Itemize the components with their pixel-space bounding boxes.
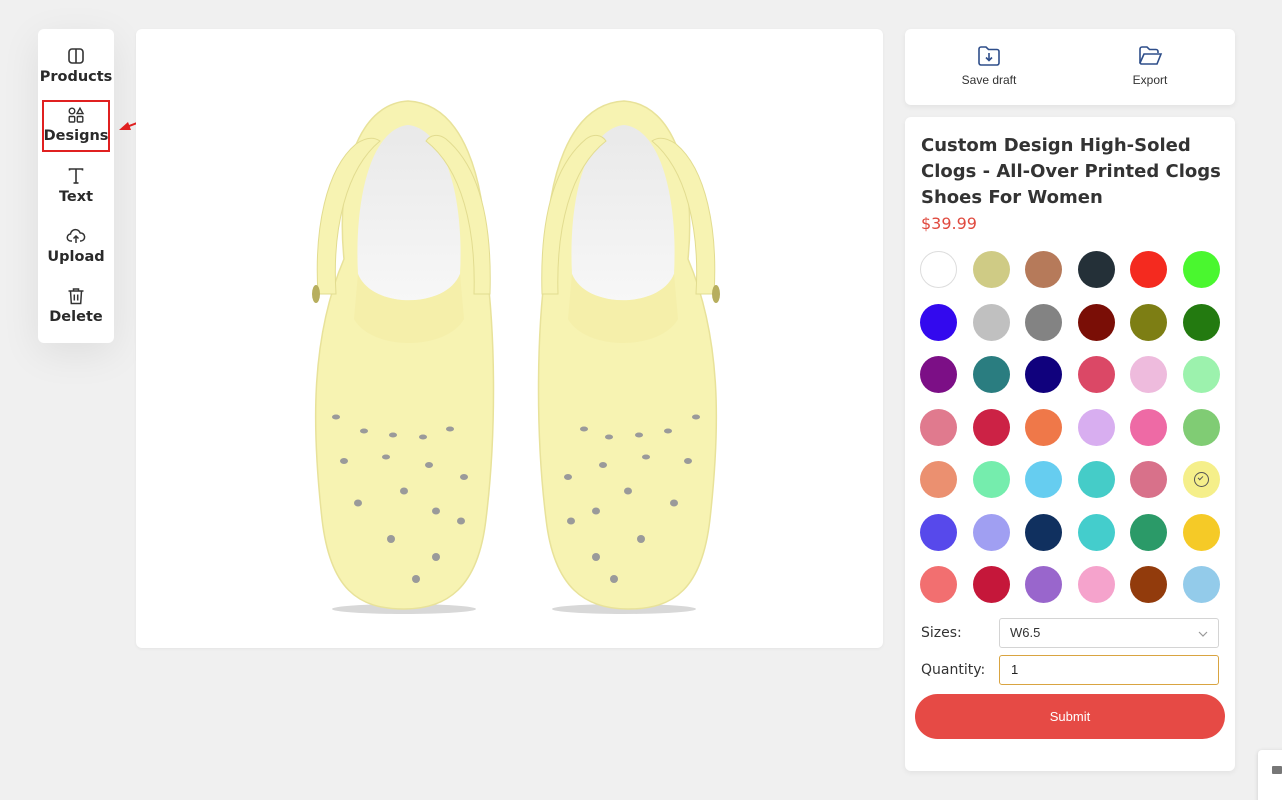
tool-designs-label: Designs <box>43 128 109 144</box>
color-swatch[interactable] <box>1130 251 1167 288</box>
color-swatch[interactable] <box>972 566 1010 603</box>
quantity-label: Quantity: <box>921 662 986 678</box>
color-swatch[interactable] <box>1182 513 1220 551</box>
color-swatch[interactable] <box>1025 461 1062 498</box>
color-swatch[interactable] <box>1130 513 1167 551</box>
design-canvas[interactable] <box>136 29 883 648</box>
color-swatch[interactable] <box>920 408 957 446</box>
color-swatch[interactable] <box>1182 356 1220 393</box>
color-swatch[interactable] <box>1182 461 1220 498</box>
color-swatch[interactable] <box>972 251 1010 288</box>
color-swatch[interactable] <box>920 251 957 288</box>
color-swatch[interactable] <box>1130 461 1167 498</box>
tool-delete-label: Delete <box>49 309 103 325</box>
color-swatch[interactable] <box>972 303 1010 341</box>
color-swatch[interactable] <box>920 303 957 341</box>
color-swatch[interactable] <box>972 356 1010 393</box>
color-swatch[interactable] <box>1182 408 1220 446</box>
color-swatch[interactable] <box>920 513 957 551</box>
cloud-upload-icon <box>66 228 86 243</box>
save-draft-label: Save draft <box>961 73 1017 87</box>
tool-products[interactable]: Products <box>39 43 113 95</box>
color-swatch[interactable] <box>1025 408 1062 446</box>
trash-icon <box>68 288 84 305</box>
color-swatch[interactable] <box>972 408 1010 446</box>
panel-icon <box>68 48 84 64</box>
tool-upload[interactable]: Upload <box>42 223 110 275</box>
chevron-down-icon <box>1198 631 1208 637</box>
export-label: Export <box>1132 73 1168 87</box>
color-swatch[interactable] <box>1025 356 1062 393</box>
color-swatch[interactable] <box>920 356 957 393</box>
save-draft-button[interactable]: Save draft <box>939 43 1039 93</box>
color-swatch[interactable] <box>1130 303 1167 341</box>
color-swatch[interactable] <box>972 513 1010 551</box>
color-swatch[interactable] <box>1182 251 1220 288</box>
tool-designs[interactable]: Designs <box>42 100 110 152</box>
color-swatch[interactable] <box>1077 566 1115 603</box>
shapes-icon <box>68 106 85 123</box>
corner-widget[interactable] <box>1258 750 1282 800</box>
size-value: W6.5 <box>1010 625 1041 640</box>
folder-open-icon <box>1139 46 1163 65</box>
color-swatch[interactable] <box>1130 566 1167 603</box>
color-swatch[interactable] <box>972 461 1010 498</box>
tool-delete[interactable]: Delete <box>42 283 110 335</box>
quantity-input[interactable]: 1 <box>999 655 1219 685</box>
clog-shoes-image <box>312 100 720 614</box>
tool-sidebar: Products Designs Text Upload Delete <box>38 29 114 343</box>
sizes-label: Sizes: <box>921 625 962 641</box>
tool-upload-label: Upload <box>47 249 105 265</box>
product-title: Custom Design High-Soled Clogs - All-Ove… <box>921 135 1221 208</box>
color-swatch[interactable] <box>1077 303 1115 341</box>
color-swatch[interactable] <box>1077 408 1115 446</box>
color-swatch[interactable] <box>1130 408 1167 446</box>
color-swatch[interactable] <box>1182 566 1220 603</box>
color-swatch[interactable] <box>1077 356 1115 393</box>
product-panel: Custom Design High-Soled Clogs - All-Ove… <box>905 117 1235 771</box>
folder-download-icon <box>978 46 1000 66</box>
color-swatch[interactable] <box>920 461 957 498</box>
size-select[interactable]: W6.5 <box>999 618 1219 648</box>
color-swatch[interactable] <box>1025 566 1062 603</box>
color-swatch[interactable] <box>1025 513 1062 551</box>
tool-text[interactable]: Text <box>42 163 110 215</box>
color-swatch[interactable] <box>1077 513 1115 551</box>
color-swatch[interactable] <box>1182 303 1220 341</box>
product-price: $39.99 <box>921 214 977 233</box>
left-clog <box>312 100 495 614</box>
color-swatch[interactable] <box>1130 356 1167 393</box>
actions-card: Save draft Export <box>905 29 1235 105</box>
widget-icon <box>1272 766 1282 774</box>
tool-products-label: Products <box>39 69 113 85</box>
color-swatch[interactable] <box>1025 251 1062 288</box>
submit-button[interactable]: Submit <box>915 694 1225 739</box>
color-swatch[interactable] <box>1077 461 1115 498</box>
export-button[interactable]: Export <box>1100 43 1200 93</box>
color-swatch[interactable] <box>920 566 957 603</box>
tool-text-label: Text <box>58 189 94 205</box>
right-clog <box>537 100 720 614</box>
color-swatch[interactable] <box>1025 303 1062 341</box>
text-icon <box>68 168 84 184</box>
color-swatch[interactable] <box>1077 251 1115 288</box>
